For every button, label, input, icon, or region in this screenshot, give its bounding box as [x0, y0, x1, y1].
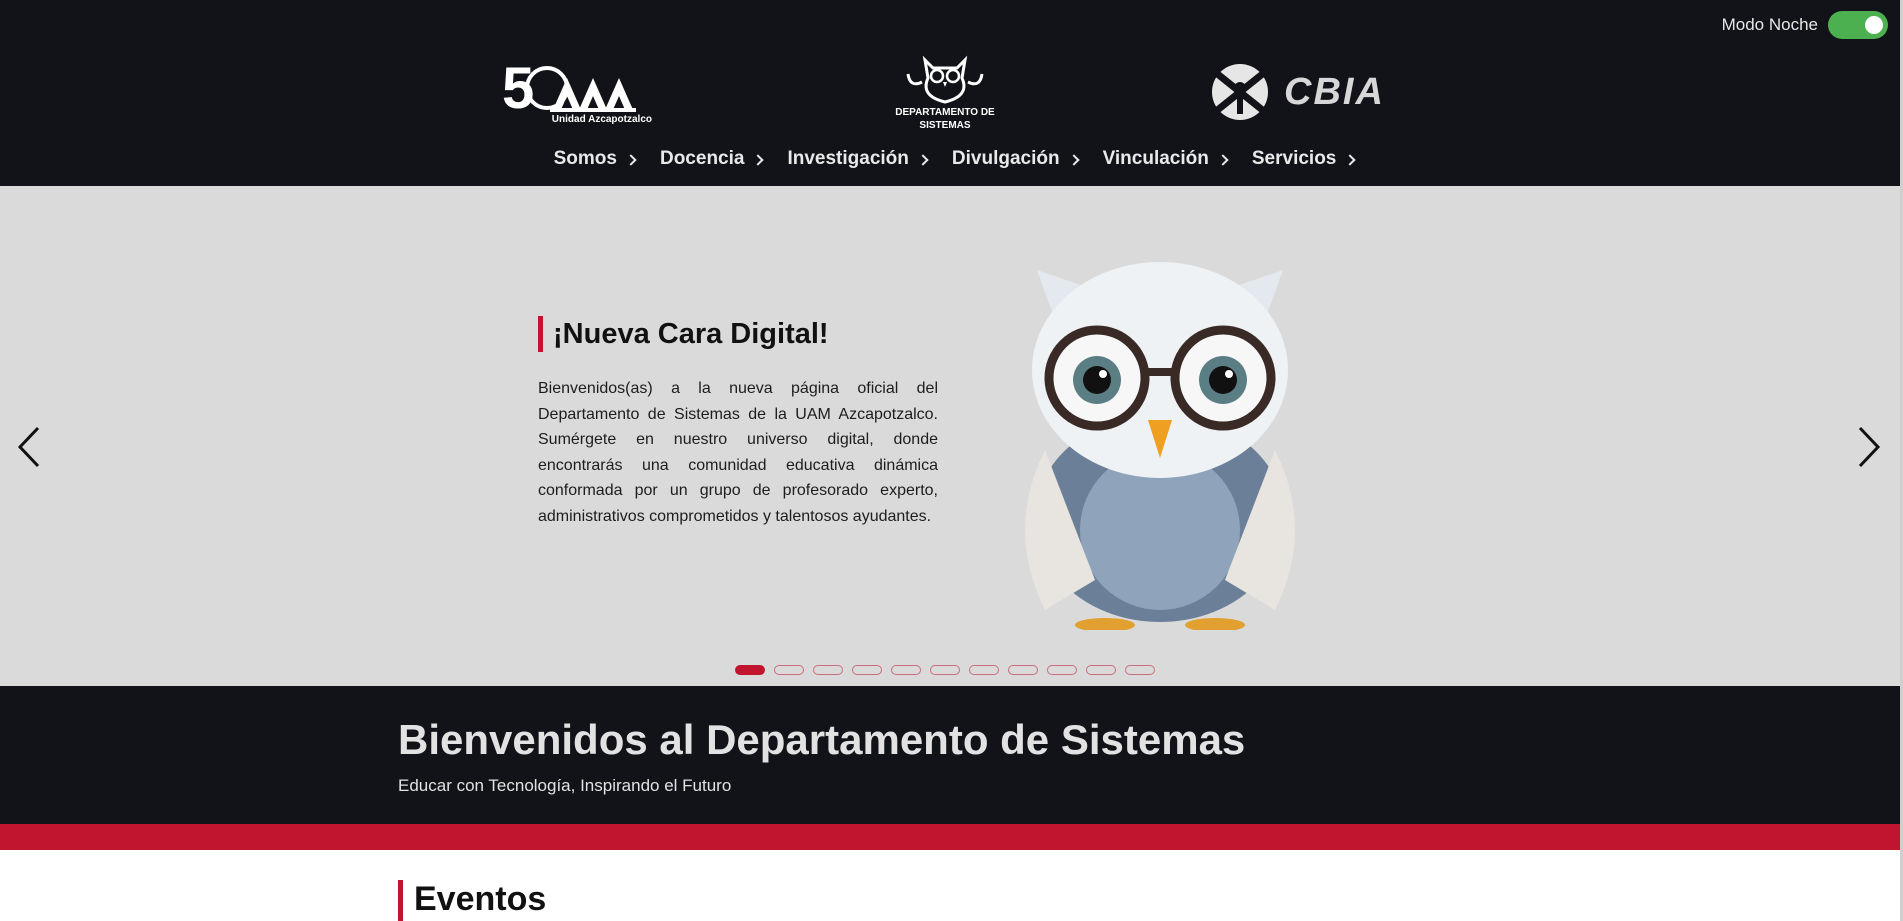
- main-nav: Somos Docencia Investigación Divulgación…: [0, 148, 1900, 170]
- carousel-dot-7[interactable]: [969, 665, 999, 675]
- nav-item-label: Investigación: [787, 148, 909, 169]
- chevron-right-icon: [752, 153, 765, 166]
- uam-50-logo[interactable]: 5 Unidad Azcapotzalco: [502, 56, 652, 128]
- chevron-right-icon: [625, 153, 637, 166]
- uam-50-logo-mark: 5: [502, 56, 636, 118]
- nav-item-docencia[interactable]: Docencia: [659, 148, 765, 170]
- welcome-subtitle: Educar con Tecnología, Inspirando el Fut…: [398, 776, 732, 795]
- night-mode-label: Modo Noche: [1721, 15, 1818, 34]
- carousel-dot-8[interactable]: [1008, 665, 1038, 675]
- accent-bar: [398, 880, 403, 921]
- carousel-dot-4[interactable]: [852, 665, 882, 675]
- ds-logo-caption: DEPARTAMENTO DE SISTEMAS: [895, 106, 994, 132]
- site-header: Modo Noche 5 Unidad Azcapotzalco DEPARTA…: [0, 0, 1900, 186]
- chevron-right-icon: [917, 153, 929, 166]
- chevron-right-icon: [1344, 153, 1357, 166]
- welcome-banner: Bienvenidos al Departamento de Sistemas …: [0, 686, 1900, 824]
- nav-item-label: Vinculación: [1102, 148, 1209, 169]
- chevron-right-icon: [1217, 153, 1229, 166]
- carousel-dot-3[interactable]: [813, 665, 843, 675]
- carousel-dot-1[interactable]: [735, 665, 765, 675]
- nav-item-servicios[interactable]: Servicios: [1251, 148, 1357, 170]
- nav-item-divulgacion[interactable]: Divulgación: [951, 148, 1080, 170]
- nav-item-label: Servicios: [1251, 148, 1337, 169]
- owl-mascot-image: [1025, 262, 1295, 630]
- switch-knob: [1865, 16, 1883, 34]
- carousel-dot-11[interactable]: [1125, 665, 1155, 675]
- svg-text:5: 5: [502, 56, 534, 118]
- carousel-dot-10[interactable]: [1086, 665, 1116, 675]
- nav-item-somos[interactable]: Somos: [553, 148, 637, 170]
- carousel-dot-6[interactable]: [930, 665, 960, 675]
- night-mode-switch[interactable]: [1828, 11, 1888, 39]
- carousel-dot-5[interactable]: [891, 665, 921, 675]
- carousel-next-button[interactable]: [1848, 422, 1888, 472]
- nav-item-label: Divulgación: [951, 148, 1060, 169]
- nav-item-label: Somos: [553, 148, 617, 169]
- carousel-indicators: [735, 665, 1155, 675]
- chevron-right-icon: [1858, 426, 1881, 468]
- chevron-left-icon: [17, 426, 40, 468]
- carousel-dot-9[interactable]: [1047, 665, 1077, 675]
- ds-caption-line1: DEPARTAMENTO DE: [895, 107, 995, 118]
- carousel-dot-2[interactable]: [774, 665, 804, 675]
- hero-carousel: ¡Nueva Cara Digital! Bienvenidos(as) a l…: [0, 186, 1900, 686]
- cbia-logo[interactable]: CBIA: [1204, 60, 1385, 124]
- cbia-emblem-icon: [1207, 64, 1273, 120]
- ds-caption-line2: SISTEMAS: [919, 120, 971, 131]
- welcome-title: Bienvenidos al Departamento de Sistemas: [398, 716, 1246, 763]
- chevron-right-icon: [1067, 153, 1080, 166]
- cbia-wordmark: CBIA: [1284, 70, 1385, 113]
- nav-item-investigacion[interactable]: Investigación: [787, 148, 929, 170]
- owl-logo-icon: [906, 55, 984, 104]
- uam-subtitle: Unidad Azcapotzalco: [551, 114, 652, 125]
- events-title: Eventos: [414, 880, 547, 918]
- carousel-prev-button[interactable]: [10, 422, 50, 472]
- events-section: Eventos: [0, 850, 1900, 921]
- departamento-sistemas-logo[interactable]: DEPARTAMENTO DE SISTEMAS: [895, 52, 995, 132]
- accent-bar: [538, 316, 543, 352]
- slide-title: ¡Nueva Cara Digital!: [553, 317, 829, 350]
- red-divider: [0, 824, 1900, 850]
- nav-item-vinculacion[interactable]: Vinculación: [1102, 148, 1229, 170]
- nav-item-label: Docencia: [659, 148, 745, 169]
- slide-text: Bienvenidos(as) a la nueva página oficia…: [538, 380, 938, 525]
- night-mode-toggle[interactable]: Modo Noche: [1722, 11, 1888, 39]
- slide-heading: ¡Nueva Cara Digital!: [538, 316, 829, 352]
